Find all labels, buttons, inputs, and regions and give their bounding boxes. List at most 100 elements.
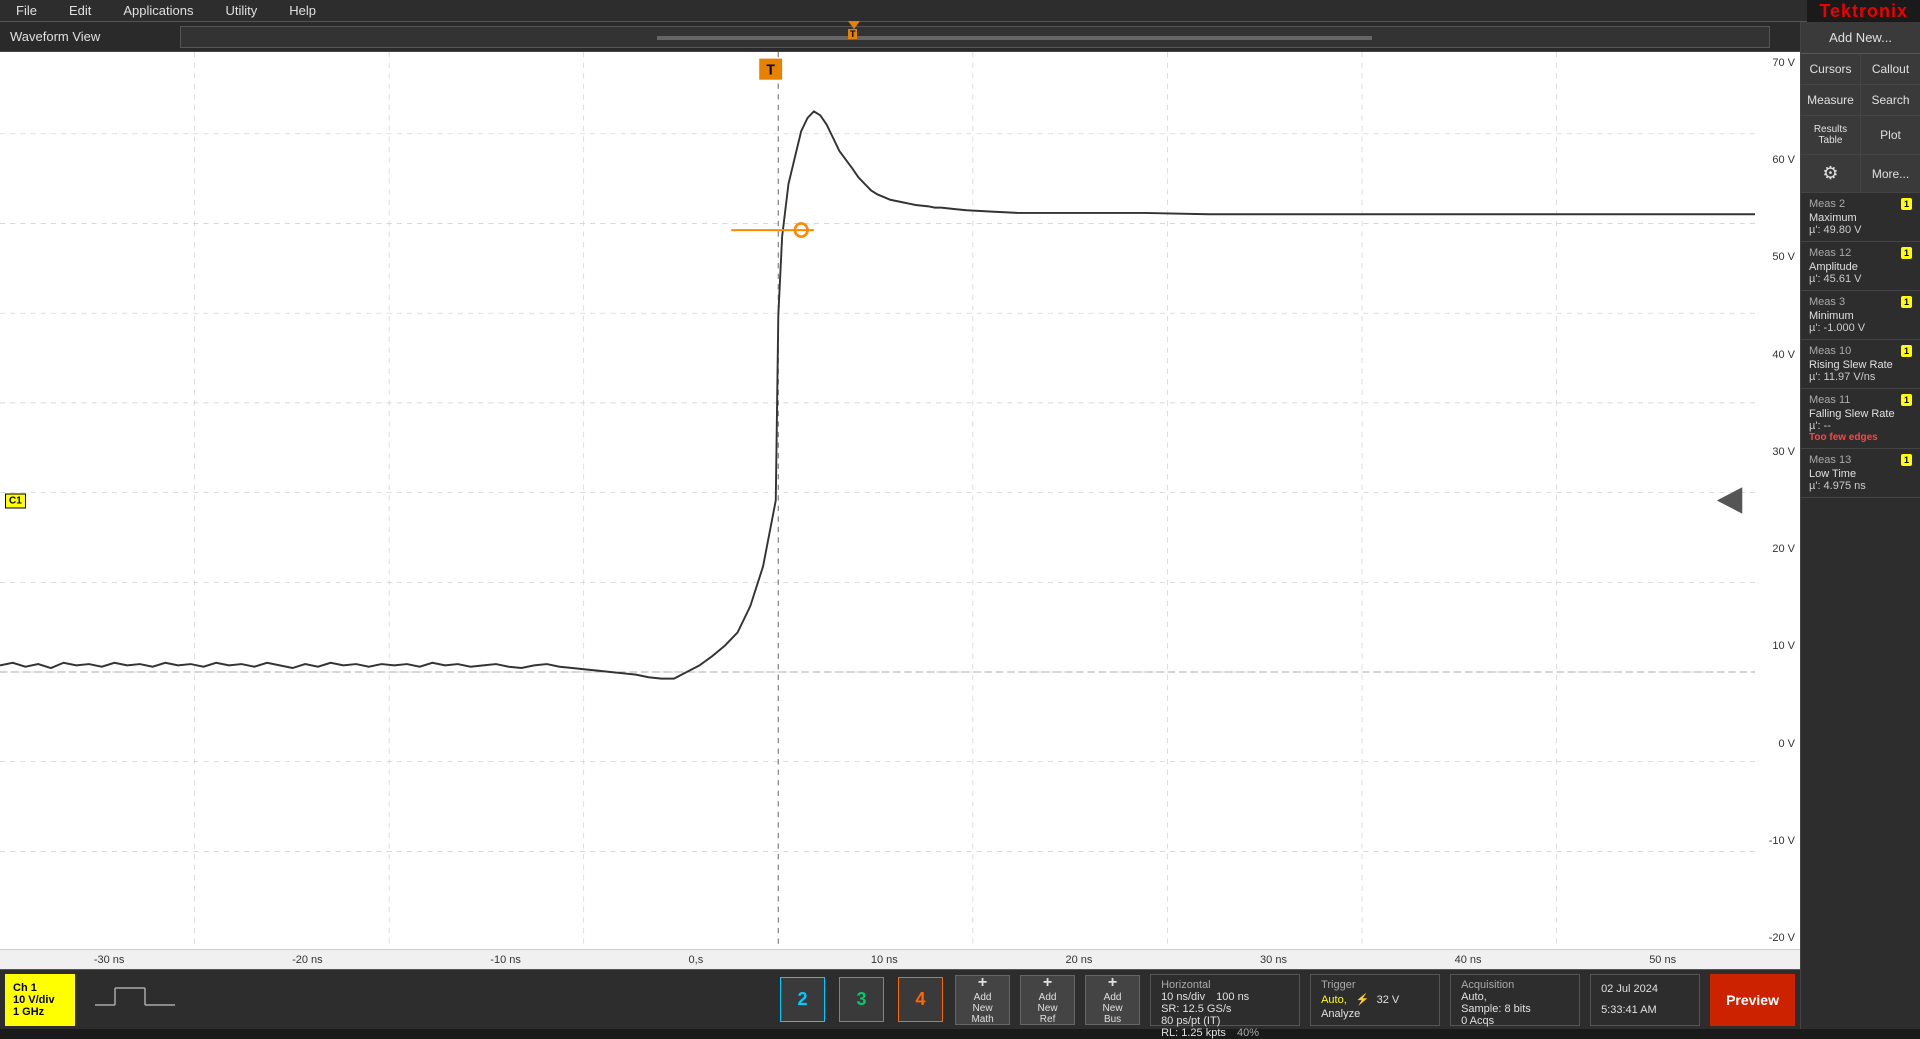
ch1-indicator[interactable]: C1 — [5, 493, 26, 508]
datetime-date: 02 Jul 2024 — [1601, 983, 1689, 995]
meas-10-value: µ': 11.97 V/ns — [1809, 371, 1912, 383]
y-label-70v: 70 V — [1755, 57, 1795, 69]
plot-button[interactable]: Plot — [1861, 116, 1920, 154]
measure-search-row: Measure Search — [1801, 85, 1920, 116]
waveform-header: Waveform View T — [0, 22, 1800, 52]
gear-more-row: ⚙ More... — [1801, 155, 1920, 193]
menu-help[interactable]: Help — [283, 1, 322, 20]
y-label-40v: 40 V — [1755, 349, 1795, 361]
x-label-40ns: 40 ns — [1455, 954, 1482, 966]
acquisition-bits: Sample: 8 bits — [1461, 1003, 1569, 1015]
trigger-label: Trigger — [1321, 979, 1429, 991]
meas-13-item[interactable]: Meas 13 1 Low Time µ': 4.975 ns — [1801, 449, 1920, 498]
trigger-analyze: Analyze — [1321, 1008, 1429, 1020]
timeline-bar[interactable]: T — [180, 26, 1770, 48]
meas-2-badge: 1 — [1901, 198, 1912, 210]
ch1-freq: 1 GHz — [13, 1006, 67, 1018]
meas-10-type: Rising Slew Rate — [1809, 359, 1912, 371]
meas-12-item[interactable]: Meas 12 1 Amplitude µ': 45.61 V — [1801, 242, 1920, 291]
menu-file[interactable]: File — [10, 1, 43, 20]
more-button[interactable]: More... — [1861, 155, 1920, 192]
meas-10-item[interactable]: Meas 10 1 Rising Slew Rate µ': 11.97 V/n… — [1801, 340, 1920, 389]
add-new-bus-btn[interactable]: + Add New Bus — [1085, 975, 1140, 1025]
x-label-30ns: 30 ns — [1260, 954, 1287, 966]
x-label-50ns: 50 ns — [1649, 954, 1676, 966]
horizontal-timediv: 10 ns/div 100 ns — [1161, 991, 1289, 1003]
meas-3-item[interactable]: Meas 3 1 Minimum µ': -1.000 V — [1801, 291, 1920, 340]
x-label-20ns: 20 ns — [1065, 954, 1092, 966]
meas-3-type: Minimum — [1809, 310, 1912, 322]
menu-edit[interactable]: Edit — [63, 1, 97, 20]
ch1-info[interactable]: Ch 1 10 V/div 1 GHz — [5, 974, 75, 1026]
callout-button[interactable]: Callout — [1861, 54, 1920, 84]
y-label-30v: 30 V — [1755, 446, 1795, 458]
meas-3-value: µ': -1.000 V — [1809, 322, 1912, 334]
meas-12-value: µ': 45.61 V — [1809, 273, 1912, 285]
meas-13-value: µ': 4.975 ns — [1809, 480, 1912, 492]
meas-10-badge: 1 — [1901, 345, 1912, 357]
cursors-callout-row: Cursors Callout — [1801, 54, 1920, 85]
btn-4[interactable]: 4 — [898, 977, 943, 1022]
y-label-60v: 60 V — [1755, 154, 1795, 166]
meas-11-type: Falling Slew Rate — [1809, 408, 1912, 420]
btn-2[interactable]: 2 — [780, 977, 825, 1022]
waveform-title: Waveform View — [10, 29, 100, 44]
meas-13-type: Low Time — [1809, 468, 1912, 480]
ch1-vdiv: 10 V/div — [13, 994, 67, 1006]
meas-11-badge: 1 — [1901, 394, 1912, 406]
timeline-marker-t: T — [848, 29, 858, 39]
waveform-svg: T — [0, 52, 1755, 949]
datetime-time: 5:33:41 AM — [1601, 1004, 1689, 1016]
y-label-n10v: -10 V — [1755, 835, 1795, 847]
horizontal-pspt: 80 ps/pt (IT) — [1161, 1015, 1289, 1027]
trigger-info[interactable]: Trigger Auto, ⚡ 32 V Analyze — [1310, 974, 1440, 1026]
x-label-n30ns: -30 ns — [94, 954, 125, 966]
x-label-n20ns: -20 ns — [292, 954, 323, 966]
menu-applications[interactable]: Applications — [117, 1, 199, 20]
results-plot-row: ResultsTable Plot — [1801, 116, 1920, 155]
results-table-button[interactable]: ResultsTable — [1801, 116, 1861, 154]
acquisition-mode: Auto, — [1461, 991, 1569, 1003]
meas-10-name: Meas 10 — [1809, 345, 1851, 357]
ch1-label: Ch 1 — [13, 982, 67, 994]
timeline-indicator — [848, 21, 860, 29]
meas-3-badge: 1 — [1901, 296, 1912, 308]
acquisition-info[interactable]: Acquisition Auto, Sample: 8 bits 0 Acqs — [1450, 974, 1580, 1026]
main-layout: Waveform View T — [0, 22, 1920, 1029]
gear-button[interactable]: ⚙ — [1801, 155, 1861, 192]
horizontal-info[interactable]: Horizontal 10 ns/div 100 ns SR: 12.5 GS/… — [1150, 974, 1300, 1026]
add-new-ref-btn[interactable]: + Add New Ref — [1020, 975, 1075, 1025]
btn-3[interactable]: 3 — [839, 977, 884, 1022]
cursors-button[interactable]: Cursors — [1801, 54, 1861, 84]
meas-11-name: Meas 11 — [1809, 394, 1850, 406]
meas-3-name: Meas 3 — [1809, 296, 1845, 308]
meas-11-error: Too few edges — [1809, 432, 1912, 443]
x-label-0s: 0,s — [689, 954, 704, 966]
add-new-button[interactable]: Add New... — [1801, 22, 1920, 54]
meas-12-badge: 1 — [1901, 247, 1912, 259]
x-label-10ns: 10 ns — [871, 954, 898, 966]
datetime-info: 02 Jul 2024 5:33:41 AM — [1590, 974, 1700, 1026]
meas-11-item[interactable]: Meas 11 1 Falling Slew Rate µ': -- Too f… — [1801, 389, 1920, 449]
meas-12-type: Amplitude — [1809, 261, 1912, 273]
meas-2-name: Meas 2 — [1809, 198, 1845, 210]
preview-button[interactable]: Preview — [1710, 974, 1795, 1026]
meas-2-value: µ': 49.80 V — [1809, 224, 1912, 236]
y-label-50v: 50 V — [1755, 251, 1795, 263]
menu-utility[interactable]: Utility — [219, 1, 263, 20]
meas-2-item[interactable]: Meas 2 1 Maximum µ': 49.80 V — [1801, 193, 1920, 242]
search-button[interactable]: Search — [1861, 85, 1920, 115]
measure-button[interactable]: Measure — [1801, 85, 1861, 115]
horizontal-sr: SR: 12.5 GS/s — [1161, 1003, 1289, 1015]
trigger-mode: Auto, ⚡ 32 V — [1321, 993, 1429, 1006]
ch1-waveform-icon — [85, 974, 185, 1026]
horizontal-label: Horizontal — [1161, 979, 1289, 991]
meas-13-name: Meas 13 — [1809, 454, 1851, 466]
meas-2-type: Maximum — [1809, 212, 1912, 224]
svg-text:T: T — [766, 62, 775, 78]
tektronix-logo: Tektronix — [1807, 0, 1920, 22]
y-axis-labels: 70 V 60 V 50 V 40 V 30 V 20 V 10 V 0 V -… — [1755, 52, 1795, 949]
add-new-math-btn[interactable]: + Add New Math — [955, 975, 1010, 1025]
right-panel: Add New... Cursors Callout Measure Searc… — [1800, 22, 1920, 1029]
y-label-10v: 10 V — [1755, 640, 1795, 652]
